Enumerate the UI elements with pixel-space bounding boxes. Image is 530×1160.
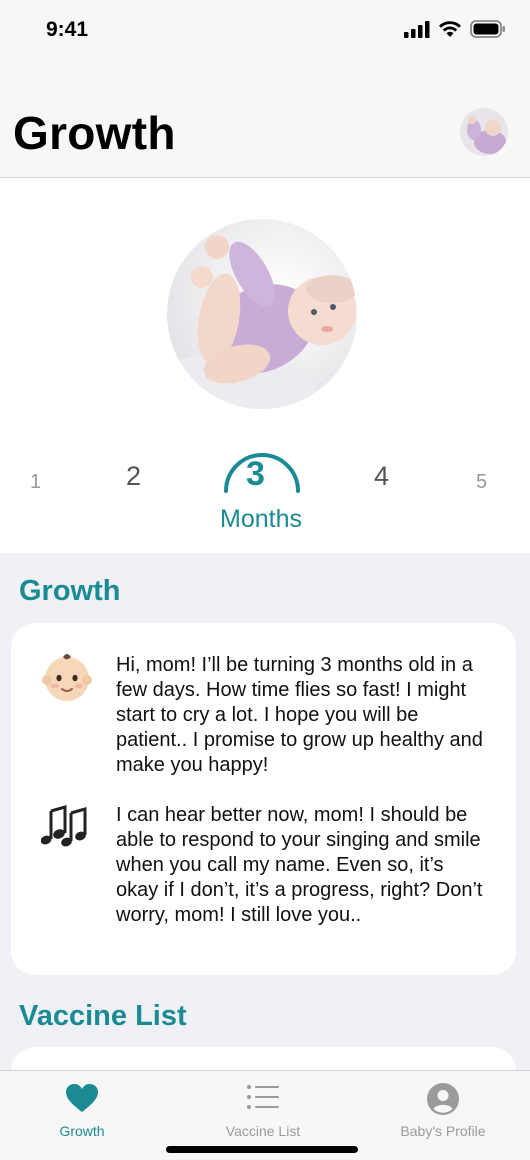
month-option-4[interactable]: 4 <box>374 461 389 492</box>
baby-avatar-image <box>460 108 508 156</box>
page-title: Growth <box>13 107 176 159</box>
home-indicator <box>166 1146 358 1153</box>
hero-section: 1 2 3 4 5 Months <box>0 178 530 553</box>
month-option-1[interactable]: 1 <box>30 471 41 494</box>
tab-growth[interactable]: Growth <box>17 1071 147 1160</box>
growth-note-text: I can hear better now, mom! I should be … <box>116 804 483 926</box>
nav-header: Growth <box>0 60 530 178</box>
musical-notes-icon <box>40 803 93 855</box>
tab-label: Baby's Profile <box>400 1123 486 1139</box>
profile-icon <box>427 1083 459 1115</box>
vaccine-section-title: Vaccine List <box>19 1000 187 1032</box>
tab-babys-profile[interactable]: Baby's Profile <box>378 1071 508 1160</box>
wifi-icon <box>439 21 461 37</box>
list-icon <box>247 1085 279 1109</box>
heart-icon <box>66 1084 98 1112</box>
battery-icon <box>470 20 505 38</box>
baby-face-icon <box>41 651 93 703</box>
app-screen: 9:41 Growth 1 2 3 4 5 Months Growth Hi, … <box>0 0 530 1160</box>
cellular-signal-icon <box>404 20 430 38</box>
month-option-3-selected[interactable]: 3 <box>246 455 265 494</box>
status-bar: 9:41 <box>0 0 530 60</box>
month-option-5[interactable]: 5 <box>476 471 487 494</box>
growth-note-text: Hi, mom! I’ll be turning 3 months old in… <box>116 654 483 776</box>
baby-photo <box>167 219 357 409</box>
month-picker[interactable]: 1 2 3 4 5 Months <box>0 433 530 543</box>
tab-label: Growth <box>59 1123 105 1139</box>
baby-photo-image <box>167 219 357 409</box>
growth-card: Hi, mom! I’ll be turning 3 months old in… <box>11 623 516 975</box>
baby-avatar[interactable] <box>460 108 508 156</box>
status-time: 9:41 <box>46 18 89 41</box>
status-icons <box>404 20 506 38</box>
month-unit-label: Months <box>220 505 302 533</box>
tab-label: Vaccine List <box>225 1123 301 1139</box>
month-option-2[interactable]: 2 <box>126 461 141 492</box>
growth-section-title: Growth <box>19 575 121 607</box>
